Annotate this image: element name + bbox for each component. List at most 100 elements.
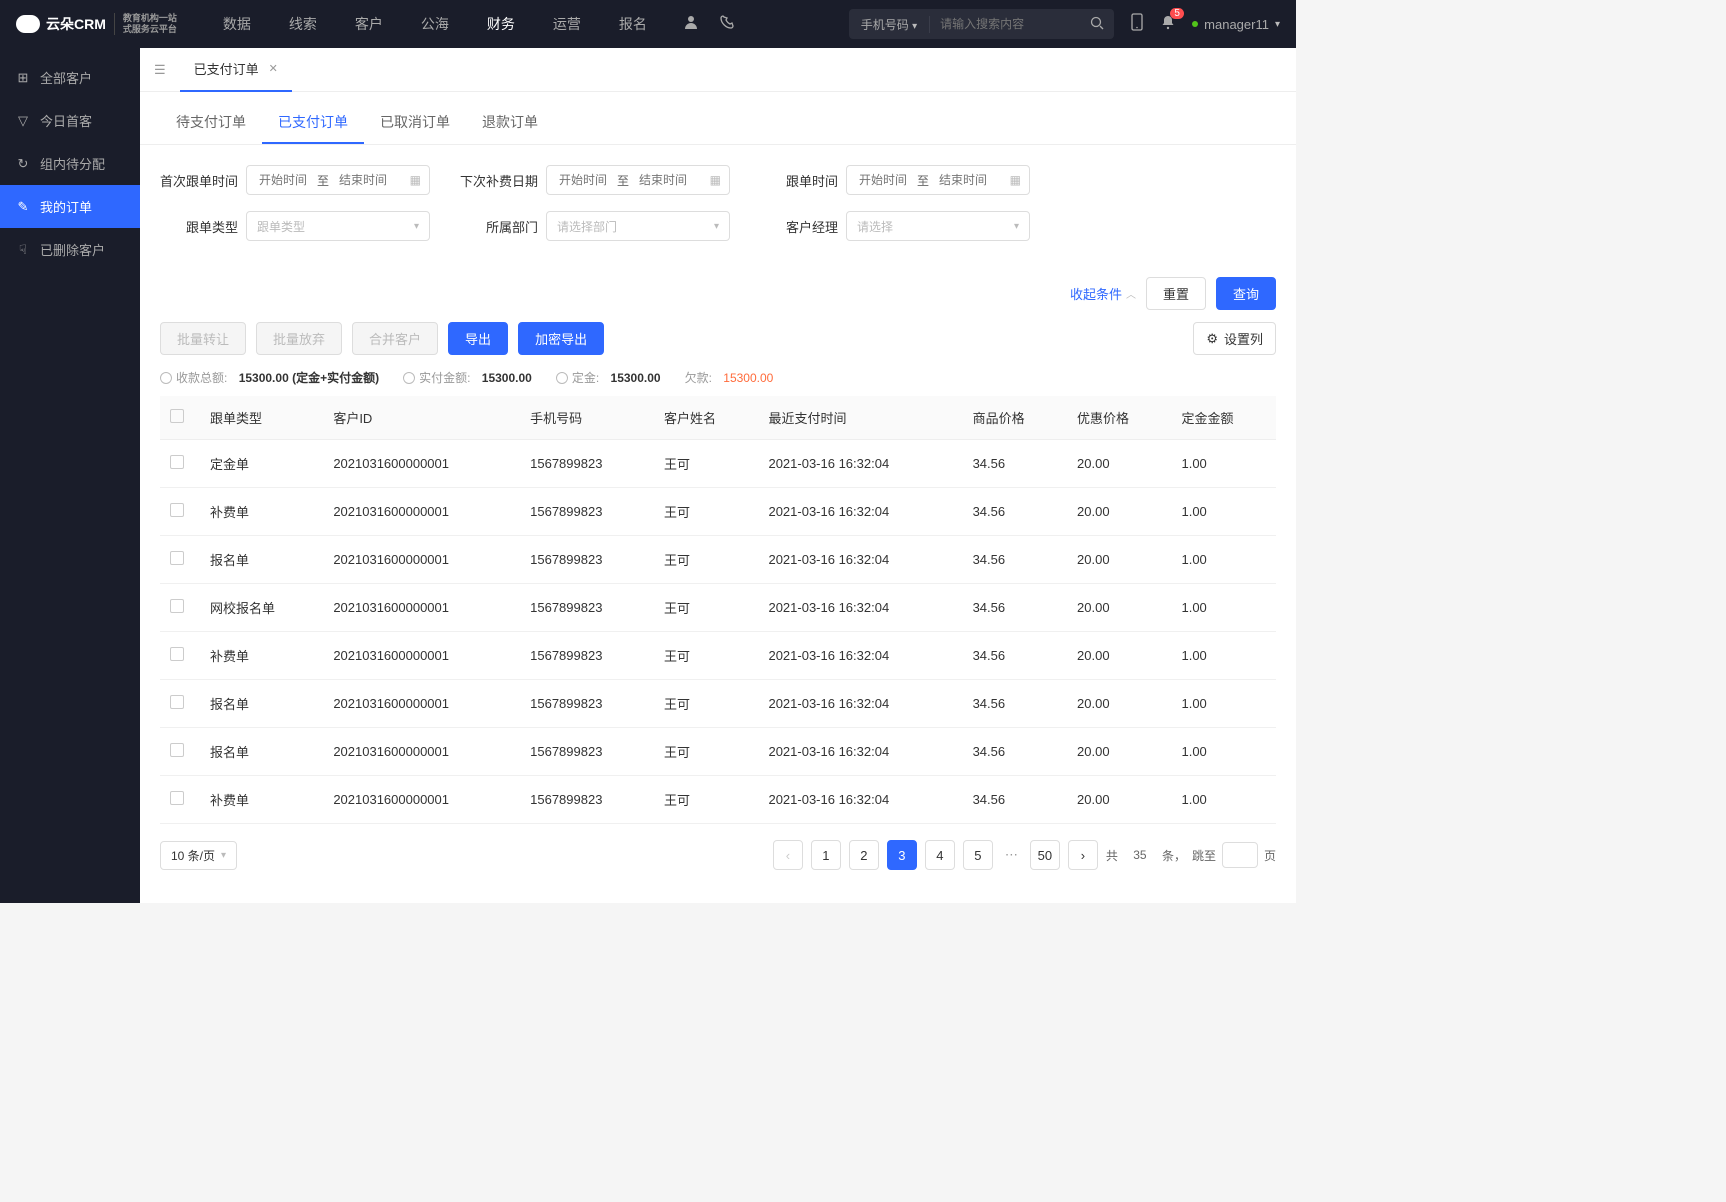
nav-公海[interactable]: 公海 bbox=[405, 0, 465, 48]
subtab-1[interactable]: 已支付订单 bbox=[262, 102, 364, 144]
menu-toggle-icon[interactable]: ☰ bbox=[154, 62, 166, 78]
table-row[interactable]: 报名单20210316000000011567899823王可2021-03-1… bbox=[160, 680, 1276, 728]
page-size-select[interactable]: 10 条/页 ▾ bbox=[160, 841, 237, 870]
query-button[interactable]: 查询 bbox=[1216, 277, 1276, 310]
row-checkbox[interactable] bbox=[170, 743, 184, 757]
date-start[interactable] bbox=[555, 173, 611, 187]
cell-discount: 20.00 bbox=[1067, 776, 1171, 824]
row-checkbox[interactable] bbox=[170, 695, 184, 709]
summary-row: 收款总额: 15300.00 (定金+实付金额) 实付金额: 15300.00 … bbox=[160, 369, 1276, 386]
filter-所属部门: 所属部门请选择部门▾ bbox=[460, 211, 730, 241]
clock-icon bbox=[556, 372, 568, 384]
logo-subtitle: 教育机构一站式服务云平台 bbox=[114, 13, 177, 35]
search-input[interactable] bbox=[930, 17, 1080, 31]
date-start[interactable] bbox=[855, 173, 911, 187]
export-button[interactable]: 导出 bbox=[448, 322, 508, 355]
cell-name: 王可 bbox=[654, 488, 758, 536]
sidebar-label: 已删除客户 bbox=[40, 240, 105, 259]
date-end[interactable] bbox=[335, 173, 391, 187]
batch-transfer-button[interactable]: 批量转让 bbox=[160, 322, 246, 355]
page-tab[interactable]: 已支付订单 ✕ bbox=[180, 48, 292, 92]
column-header: 客户姓名 bbox=[654, 396, 758, 440]
filter-label: 所属部门 bbox=[460, 217, 538, 236]
sidebar-item-1[interactable]: ▽今日首客 bbox=[0, 99, 140, 142]
sidebar-item-3[interactable]: ✎我的订单 bbox=[0, 185, 140, 228]
page-3[interactable]: 3 bbox=[887, 840, 917, 870]
nav-线索[interactable]: 线索 bbox=[273, 0, 333, 48]
cell-discount: 20.00 bbox=[1067, 680, 1171, 728]
sidebar-item-4[interactable]: ☟已删除客户 bbox=[0, 228, 140, 271]
cell-type: 补费单 bbox=[200, 488, 323, 536]
page-ellipsis: ⋯ bbox=[1001, 847, 1022, 863]
encrypt-export-button[interactable]: 加密导出 bbox=[518, 322, 604, 355]
sidebar-icon: ⊞ bbox=[16, 70, 30, 86]
date-range-input[interactable]: 至▦ bbox=[546, 165, 730, 195]
select-all-checkbox[interactable] bbox=[170, 409, 184, 423]
batch-abandon-button[interactable]: 批量放弃 bbox=[256, 322, 342, 355]
main-content: ☰ 已支付订单 ✕ 待支付订单已支付订单已取消订单退款订单 首次跟单时间至▦下次… bbox=[140, 48, 1296, 903]
user-icon[interactable] bbox=[683, 14, 699, 35]
nav-运营[interactable]: 运营 bbox=[537, 0, 597, 48]
user-menu[interactable]: manager11 ▾ bbox=[1192, 17, 1280, 32]
page-1[interactable]: 1 bbox=[811, 840, 841, 870]
row-checkbox[interactable] bbox=[170, 647, 184, 661]
date-end[interactable] bbox=[635, 173, 691, 187]
row-checkbox[interactable] bbox=[170, 551, 184, 565]
cell-price: 34.56 bbox=[963, 728, 1067, 776]
select-input[interactable]: 请选择▾ bbox=[846, 211, 1030, 241]
page-next-button[interactable]: › bbox=[1068, 840, 1098, 870]
sidebar-label: 今日首客 bbox=[40, 111, 92, 130]
bulk-action-row: 批量转让 批量放弃 合并客户 导出 加密导出 ⚙ 设置列 bbox=[160, 322, 1276, 355]
select-input[interactable]: 请选择部门▾ bbox=[546, 211, 730, 241]
table-row[interactable]: 补费单20210316000000011567899823王可2021-03-1… bbox=[160, 488, 1276, 536]
row-checkbox[interactable] bbox=[170, 599, 184, 613]
sidebar-item-0[interactable]: ⊞全部客户 bbox=[0, 56, 140, 99]
bell-icon[interactable]: 5 bbox=[1160, 14, 1176, 35]
nav-财务[interactable]: 财务 bbox=[471, 0, 531, 48]
table-row[interactable]: 网校报名单20210316000000011567899823王可2021-03… bbox=[160, 584, 1276, 632]
page-jump-input[interactable] bbox=[1222, 842, 1258, 868]
table-row[interactable]: 报名单20210316000000011567899823王可2021-03-1… bbox=[160, 536, 1276, 584]
select-input[interactable]: 跟单类型▾ bbox=[246, 211, 430, 241]
row-checkbox[interactable] bbox=[170, 791, 184, 805]
date-range-input[interactable]: 至▦ bbox=[246, 165, 430, 195]
date-end[interactable] bbox=[935, 173, 991, 187]
nav-报名[interactable]: 报名 bbox=[603, 0, 663, 48]
collapse-filters-link[interactable]: 收起条件 ︿ bbox=[1070, 284, 1136, 303]
merge-customer-button[interactable]: 合并客户 bbox=[352, 322, 438, 355]
date-start[interactable] bbox=[255, 173, 311, 187]
close-icon[interactable]: ✕ bbox=[269, 62, 278, 75]
sidebar: ⊞全部客户▽今日首客↻组内待分配✎我的订单☟已删除客户 bbox=[0, 48, 140, 903]
search-group: 手机号码 ▾ bbox=[849, 9, 1114, 39]
pagination: 10 条/页 ▾ ‹ 12345 ⋯ 50 › 共 35 条， 跳至 页 bbox=[160, 824, 1276, 886]
logo[interactable]: 云朵CRM 教育机构一站式服务云平台 bbox=[16, 13, 177, 35]
table-row[interactable]: 定金单20210316000000011567899823王可2021-03-1… bbox=[160, 440, 1276, 488]
filter-label: 跟单时间 bbox=[760, 171, 838, 190]
cell-cid: 2021031600000001 bbox=[323, 440, 520, 488]
mobile-icon[interactable] bbox=[1130, 13, 1144, 36]
sidebar-item-2[interactable]: ↻组内待分配 bbox=[0, 142, 140, 185]
page-last-button[interactable]: 50 bbox=[1030, 840, 1060, 870]
nav-数据[interactable]: 数据 bbox=[207, 0, 267, 48]
notification-badge: 5 bbox=[1170, 8, 1184, 19]
row-checkbox[interactable] bbox=[170, 455, 184, 469]
subtab-0[interactable]: 待支付订单 bbox=[160, 102, 262, 144]
search-icon[interactable] bbox=[1080, 16, 1114, 33]
column-settings-button[interactable]: ⚙ 设置列 bbox=[1193, 322, 1276, 355]
subtab-3[interactable]: 退款订单 bbox=[466, 102, 554, 144]
row-checkbox[interactable] bbox=[170, 503, 184, 517]
table-row[interactable]: 补费单20210316000000011567899823王可2021-03-1… bbox=[160, 632, 1276, 680]
date-range-input[interactable]: 至▦ bbox=[846, 165, 1030, 195]
nav-客户[interactable]: 客户 bbox=[339, 0, 399, 48]
column-header: 定金金额 bbox=[1171, 396, 1276, 440]
page-2[interactable]: 2 bbox=[849, 840, 879, 870]
page-4[interactable]: 4 bbox=[925, 840, 955, 870]
search-type-select[interactable]: 手机号码 ▾ bbox=[849, 16, 930, 33]
subtab-2[interactable]: 已取消订单 bbox=[364, 102, 466, 144]
table-row[interactable]: 报名单20210316000000011567899823王可2021-03-1… bbox=[160, 728, 1276, 776]
table-row[interactable]: 补费单20210316000000011567899823王可2021-03-1… bbox=[160, 776, 1276, 824]
phone-icon[interactable] bbox=[719, 14, 735, 35]
page-prev-button[interactable]: ‹ bbox=[773, 840, 803, 870]
reset-button[interactable]: 重置 bbox=[1146, 277, 1206, 310]
page-5[interactable]: 5 bbox=[963, 840, 993, 870]
